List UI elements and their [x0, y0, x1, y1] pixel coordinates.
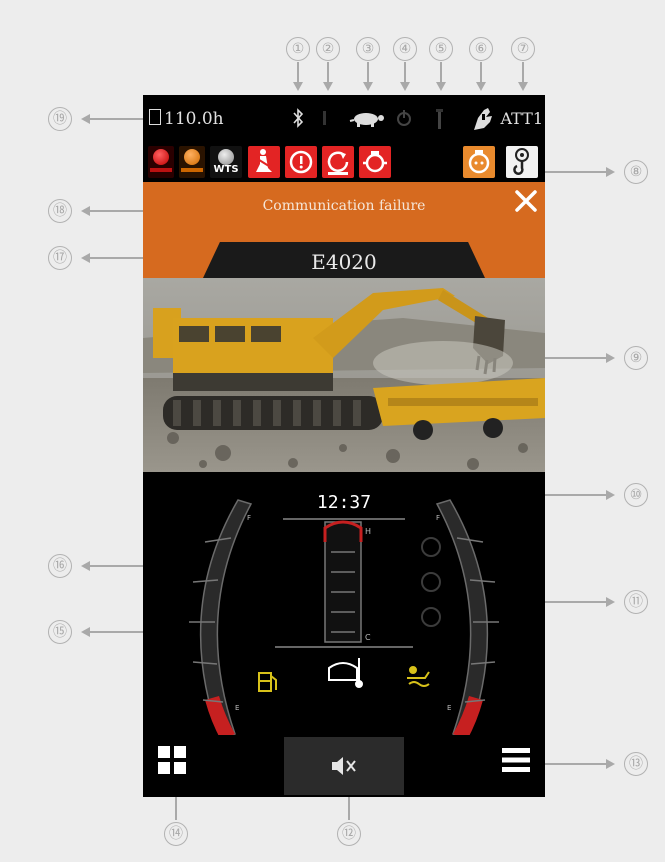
- leader-5-arrow: [436, 82, 446, 91]
- leader-13-arrow: [606, 759, 615, 769]
- leader-4-arrow: [400, 82, 410, 91]
- callout-9: ⑨: [624, 346, 648, 370]
- error-code: E4020: [203, 242, 485, 278]
- leader-3-arrow: [363, 82, 373, 91]
- leader-1-arrow: [293, 82, 303, 91]
- fuel-pump-icon: [258, 672, 277, 692]
- leader-11-arrow: [606, 597, 615, 607]
- callout-7: ⑦: [511, 37, 535, 61]
- monitor-screen: 110.0h ATT1 WTS Communication failure E4…: [143, 95, 545, 797]
- hamburger-menu-icon: [502, 748, 530, 772]
- attachment-label: ATT1: [500, 109, 544, 128]
- camera-view: [143, 278, 545, 472]
- leader-19-arrow: [81, 114, 90, 124]
- leader-7-arrow: [518, 82, 528, 91]
- callout-19: ⑲: [48, 107, 72, 131]
- callout-5: ⑤: [429, 37, 453, 61]
- def-full-label: F: [436, 514, 440, 522]
- callout-11: ⑪: [624, 590, 648, 614]
- orange-lamp-indicator: [179, 146, 205, 178]
- callout-3: ③: [356, 37, 380, 61]
- leader-18-arrow: [81, 206, 90, 216]
- leader-16-arrow: [81, 561, 90, 571]
- orange-engine-warning-icon: [463, 146, 495, 178]
- hour-meter-value: 110.0h: [164, 109, 224, 129]
- leader-6: [480, 62, 482, 84]
- def-empty-label: E: [447, 704, 451, 712]
- leader-8: [540, 171, 608, 173]
- callout-18: ⑱: [48, 199, 72, 223]
- leader-4: [404, 62, 406, 84]
- leader-6-arrow: [476, 82, 486, 91]
- signal-icon: [323, 111, 326, 125]
- antenna-icon: [436, 109, 443, 129]
- warning-indicator-row: WTS: [143, 142, 545, 182]
- red-lamp-indicator: [148, 146, 174, 178]
- mute-button[interactable]: [284, 737, 404, 795]
- status-bar: 110.0h ATT1: [143, 95, 545, 142]
- callout-15: ⑮: [48, 620, 72, 644]
- power-icon: [397, 110, 411, 126]
- callout-17: ⑰: [48, 246, 72, 270]
- callout-16: ⑯: [48, 554, 72, 578]
- leader-15-arrow: [81, 627, 90, 637]
- bluetooth-icon: [293, 108, 304, 128]
- fuel-gauge: F E: [189, 499, 253, 741]
- temp-hot-label: H: [365, 527, 371, 536]
- def-gauge: F E: [435, 499, 499, 741]
- fuel-full-label: F: [247, 514, 251, 522]
- seatbelt-warning-icon: [248, 146, 280, 178]
- camera-image: [143, 278, 545, 472]
- coolant-temp-gauge: H C: [275, 518, 413, 648]
- callout-6: ⑥: [469, 37, 493, 61]
- callout-12: ⑫: [337, 822, 361, 846]
- bottom-toolbar: [143, 735, 545, 797]
- callout-8: ⑧: [624, 160, 648, 184]
- leader-5: [440, 62, 442, 84]
- leader-3: [367, 62, 369, 84]
- menu-button[interactable]: [501, 745, 531, 775]
- callout-10: ⑩: [624, 483, 648, 507]
- leader-9-arrow: [606, 353, 615, 363]
- leader-17-arrow: [81, 253, 90, 263]
- dim-indicator-column: [421, 537, 441, 627]
- leader-2: [327, 62, 329, 84]
- callout-1: ①: [286, 37, 310, 61]
- rotation-warning-icon: [322, 146, 354, 178]
- callout-14: ⑭: [164, 822, 188, 846]
- mute-speaker-icon: [332, 757, 356, 775]
- coolant-engine-icon: [328, 658, 363, 688]
- close-icon[interactable]: [513, 188, 539, 214]
- engine-warning-icon: [359, 146, 391, 178]
- error-banner: Communication failure E4020: [143, 182, 545, 278]
- error-message: Communication failure: [262, 198, 426, 214]
- callout-2: ②: [316, 37, 340, 61]
- oil-pressure-warning-icon: [285, 146, 317, 178]
- wts-lamp-indicator: WTS: [210, 146, 242, 178]
- hook-icon: [506, 146, 538, 178]
- wts-label: WTS: [213, 164, 239, 175]
- def-fluid-icon: [407, 666, 430, 687]
- leader-10-arrow: [606, 490, 615, 500]
- callout-4: ④: [393, 37, 417, 61]
- leader-8-arrow: [606, 167, 615, 177]
- grid-icon: [158, 746, 186, 774]
- leader-2-arrow: [323, 82, 333, 91]
- leader-7: [522, 62, 524, 84]
- operator-hand-icon: [474, 108, 492, 130]
- leader-1: [297, 62, 299, 84]
- turtle-mode-icon: [349, 113, 384, 127]
- apps-grid-button[interactable]: [157, 745, 187, 775]
- temp-cold-label: C: [365, 633, 371, 642]
- fuel-empty-label: E: [235, 704, 239, 712]
- hour-meter-icon: [149, 109, 161, 125]
- callout-13: ⑬: [624, 752, 648, 776]
